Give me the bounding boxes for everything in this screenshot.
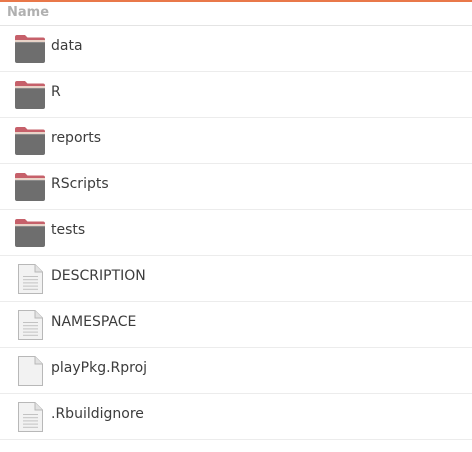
folder-icon	[14, 218, 46, 248]
file-name-label: playPkg.Rproj	[51, 360, 148, 376]
column-header[interactable]: Name	[0, 2, 472, 26]
text-file-icon	[14, 402, 46, 432]
file-name-label: DESCRIPTION	[51, 268, 146, 284]
file-list-view: Name data Rreports RScripts tests DESCRIPTIO…	[0, 0, 472, 452]
name-column-header[interactable]: Name	[7, 5, 49, 20]
file-name-label: tests	[51, 222, 86, 238]
file-row[interactable]: data	[0, 26, 472, 72]
file-row[interactable]: reports	[0, 118, 472, 164]
folder-icon	[14, 80, 46, 110]
file-name-label: data	[51, 38, 83, 54]
folder-icon	[14, 126, 46, 156]
file-name-label: .Rbuildignore	[51, 406, 144, 422]
file-name-label: NAMESPACE	[51, 314, 137, 330]
blank-file-icon	[14, 356, 46, 386]
file-name-label: R	[51, 84, 61, 100]
file-row[interactable]: playPkg.Rproj	[0, 348, 472, 394]
file-row[interactable]: tests	[0, 210, 472, 256]
file-row[interactable]: R	[0, 72, 472, 118]
file-row[interactable]: .Rbuildignore	[0, 394, 472, 440]
file-row[interactable]: RScripts	[0, 164, 472, 210]
folder-icon	[14, 34, 46, 64]
file-row[interactable]: NAMESPACE	[0, 302, 472, 348]
file-row[interactable]: DESCRIPTION	[0, 256, 472, 302]
file-name-label: reports	[51, 130, 102, 146]
file-name-label: RScripts	[51, 176, 109, 192]
text-file-icon	[14, 264, 46, 294]
file-list: data Rreports RScripts tests DESCRIPTION NAME…	[0, 26, 472, 440]
text-file-icon	[14, 310, 46, 340]
folder-icon	[14, 172, 46, 202]
